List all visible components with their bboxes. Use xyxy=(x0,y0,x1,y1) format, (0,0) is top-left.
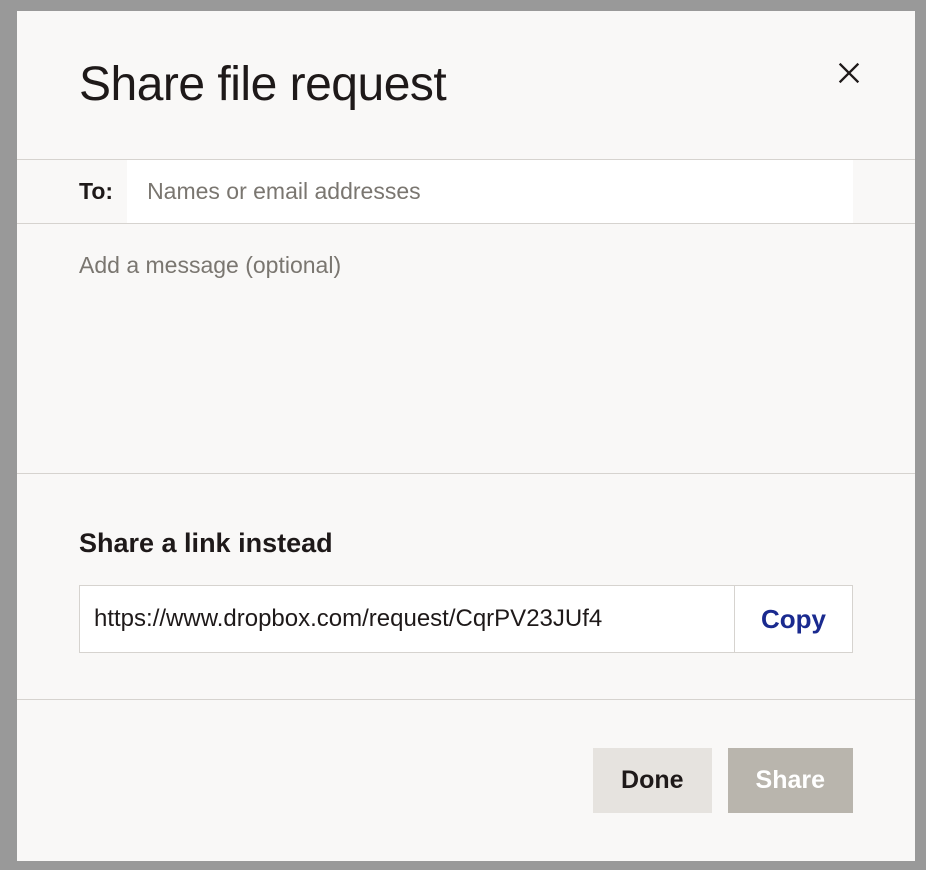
share-link-row: Copy xyxy=(79,585,853,653)
modal-footer: Done Share xyxy=(17,700,915,861)
message-section xyxy=(17,224,915,474)
modal-title: Share file request xyxy=(79,61,446,109)
recipients-input-wrap xyxy=(127,160,853,223)
to-label: To: xyxy=(79,178,113,205)
close-icon xyxy=(835,59,863,87)
share-link-input[interactable] xyxy=(80,586,734,652)
recipients-row: To: xyxy=(17,160,915,224)
share-file-request-modal: Share file request To: Share a link inst… xyxy=(17,11,915,861)
modal-header: Share file request xyxy=(17,11,915,160)
share-link-section: Share a link instead Copy xyxy=(17,474,915,700)
done-button[interactable]: Done xyxy=(593,748,712,813)
close-button[interactable] xyxy=(831,55,867,94)
message-input[interactable] xyxy=(79,252,853,445)
recipients-input[interactable] xyxy=(147,178,853,205)
share-button[interactable]: Share xyxy=(728,748,853,813)
copy-link-button[interactable]: Copy xyxy=(734,586,852,652)
share-link-heading: Share a link instead xyxy=(79,528,853,559)
